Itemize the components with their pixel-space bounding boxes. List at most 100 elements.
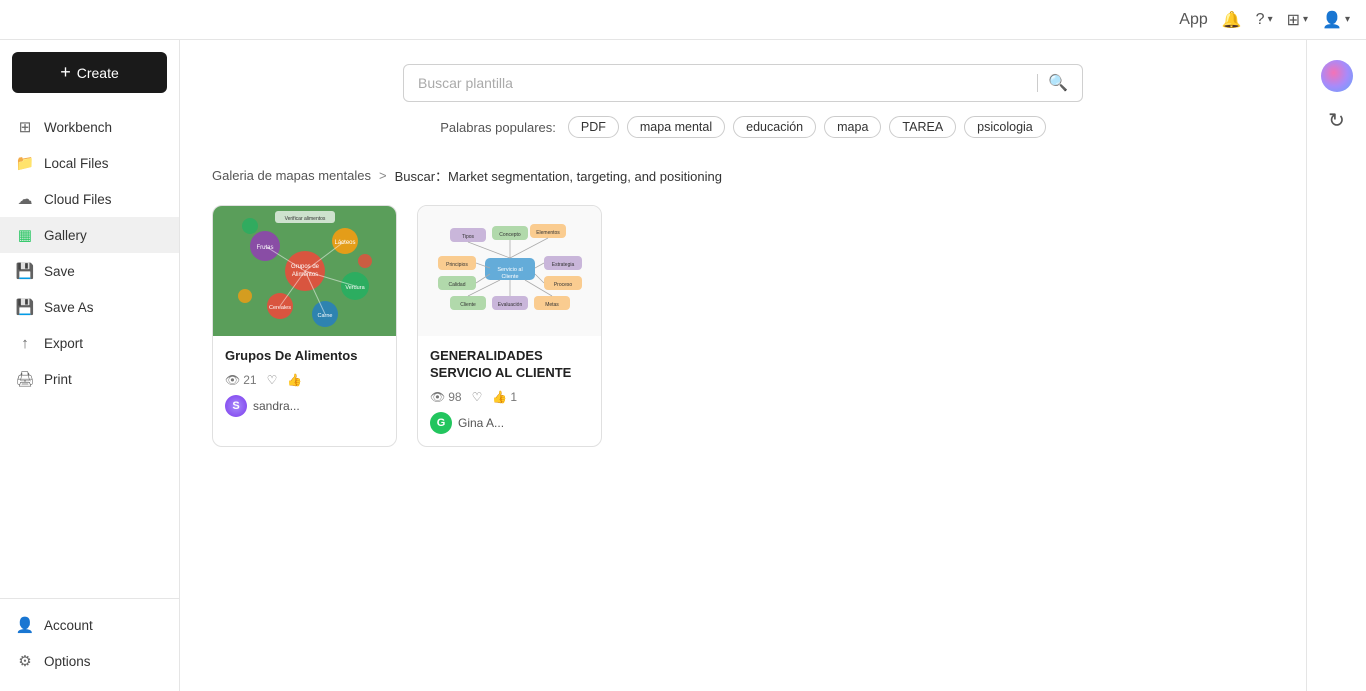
bell-icon[interactable]: 🔔 [1222,10,1242,30]
question-icon[interactable]: ? ▾ [1256,11,1273,29]
thumb-icon: 👍 [287,373,302,387]
account-label: Account [44,618,93,633]
eye-icon-2: 👁 [430,390,445,404]
card-1-body: Grupos De Alimentos 👁 21 ♡ 👍 [213,336,396,429]
export-label: Export [44,336,83,351]
sidebar-item-local-files[interactable]: 📁 Local Files [0,145,179,181]
tag-pdf[interactable]: PDF [568,116,619,138]
account-icon: 👤 [16,616,34,634]
breadcrumb-separator: > [379,168,387,183]
svg-text:Metas: Metas [545,302,559,308]
tag-mapa[interactable]: mapa [824,116,881,138]
sidebar-item-workbench[interactable]: ⊞ Workbench [0,109,179,145]
svg-text:Verdura: Verdura [345,285,365,291]
save-as-icon: 💾 [16,298,34,316]
sidebar-item-options[interactable]: ⚙ Options [0,643,179,679]
print-icon: 🖨 [16,370,34,388]
search-input[interactable] [418,75,1027,91]
print-label: Print [44,372,72,387]
svg-text:Concepto: Concepto [499,232,521,238]
sidebar-item-export[interactable]: ↑ Export [0,325,179,361]
search-bar: 🔍 [403,64,1083,102]
workbench-icon: ⊞ [16,118,34,136]
sidebar: + Create ⊞ Workbench 📁 Local Files ☁ Clo… [0,40,180,691]
card-1-author: S sandra... [225,395,384,417]
breadcrumb-home[interactable]: Galeria de mapas mentales [212,168,371,183]
main-layout: + Create ⊞ Workbench 📁 Local Files ☁ Clo… [0,40,1366,691]
svg-text:Proceso: Proceso [553,282,572,288]
sidebar-item-gallery[interactable]: ▦ Gallery [0,217,179,253]
right-panel: ↻ [1306,40,1366,691]
grid-icon[interactable]: ⊞ ▾ [1287,10,1308,30]
svg-text:Calidad: Calidad [448,282,465,288]
card-1-likes: ♡ [267,373,278,387]
tag-educacion[interactable]: educación [733,116,816,138]
plus-icon: + [60,62,71,83]
svg-text:Lácteos: Lácteos [334,240,355,246]
card-2-title: GENERALIDADES SERVICIO AL CLIENTE [430,348,589,382]
app-button[interactable]: App [1179,11,1207,29]
local-files-icon: 📁 [16,154,34,172]
card-2-thumbs: 👍 1 [492,390,517,404]
sidebar-item-save-as[interactable]: 💾 Save As [0,289,179,325]
export-icon: ↑ [16,334,34,352]
user-avatar[interactable] [1321,60,1353,92]
card-1-title: Grupos De Alimentos [225,348,384,365]
popular-tags: Palabras populares: PDF mapa mental educ… [440,116,1046,138]
card-2-author-name: Gina A... [458,416,504,430]
card-2-likes: ♡ [472,390,483,404]
heart-icon-2: ♡ [472,390,483,404]
card-2-avatar: G [430,412,452,434]
refresh-icon[interactable]: ↻ [1328,108,1345,133]
card-2-body: GENERALIDADES SERVICIO AL CLIENTE 👁 98 ♡… [418,336,601,446]
gallery-card-2[interactable]: Servicio al Cliente Concepto Elementos T… [417,205,602,447]
svg-text:Cliente: Cliente [501,274,518,280]
options-icon: ⚙ [16,652,34,670]
workbench-label: Workbench [44,120,112,135]
svg-text:Evaluación: Evaluación [497,302,522,308]
search-area: 🔍 Palabras populares: PDF mapa mental ed… [212,64,1274,138]
views-count: 21 [243,373,256,387]
create-button[interactable]: + Create [12,52,167,93]
save-icon: 💾 [16,262,34,280]
save-label: Save [44,264,75,279]
sidebar-item-cloud-files[interactable]: ☁ Cloud Files [0,181,179,217]
topbar: App 🔔 ? ▾ ⊞ ▾ 👤 ▾ [0,0,1366,40]
app-label: App [1179,11,1207,29]
sidebar-item-save[interactable]: 💾 Save [0,253,179,289]
topbar-icons: App 🔔 ? ▾ ⊞ ▾ 👤 ▾ [1179,10,1350,30]
gallery-icon: ▦ [16,226,34,244]
thumb-icon-2: 👍 [492,390,507,404]
sidebar-item-account[interactable]: 👤 Account [0,607,179,643]
tag-tarea[interactable]: TAREA [889,116,956,138]
sidebar-item-print[interactable]: 🖨 Print [0,361,179,397]
thumbs-count-2: 1 [510,390,517,404]
card-1-avatar: S [225,395,247,417]
popular-label: Palabras populares: [440,120,556,135]
tag-psicologia[interactable]: psicologia [964,116,1046,138]
views-count-2: 98 [448,390,461,404]
svg-text:Verificar alimentos: Verificar alimentos [284,216,325,222]
gallery-label: Gallery [44,228,87,243]
card-2-author: G Gina A... [430,412,589,434]
card-1-author-name: sandra... [253,399,300,413]
card-1-image: Grupos de Alimentos Frutas Lácteos Verdu… [213,206,396,336]
gallery-grid: Grupos de Alimentos Frutas Lácteos Verdu… [212,205,1274,447]
svg-text:Estrategia: Estrategia [551,262,574,268]
user-menu-icon[interactable]: 👤 ▾ [1322,10,1350,30]
breadcrumb-current: Buscar：Market segmentation, targeting, a… [395,166,722,185]
eye-icon: 👁 [225,373,240,387]
card-1-views: 👁 21 [225,373,257,387]
search-button[interactable]: 🔍 [1048,73,1068,93]
content-area: 🔍 Palabras populares: PDF mapa mental ed… [180,40,1306,691]
local-files-label: Local Files [44,156,109,171]
svg-text:Principios: Principios [446,262,468,268]
svg-text:Servicio al: Servicio al [497,267,522,273]
tag-mapa-mental[interactable]: mapa mental [627,116,725,138]
save-as-label: Save As [44,300,94,315]
svg-text:Alimentos: Alimentos [291,272,317,278]
svg-text:Cliente: Cliente [460,302,476,308]
sidebar-bottom: 👤 Account ⚙ Options [0,598,179,679]
svg-text:Tipos: Tipos [461,234,474,240]
gallery-card-1[interactable]: Grupos de Alimentos Frutas Lácteos Verdu… [212,205,397,447]
